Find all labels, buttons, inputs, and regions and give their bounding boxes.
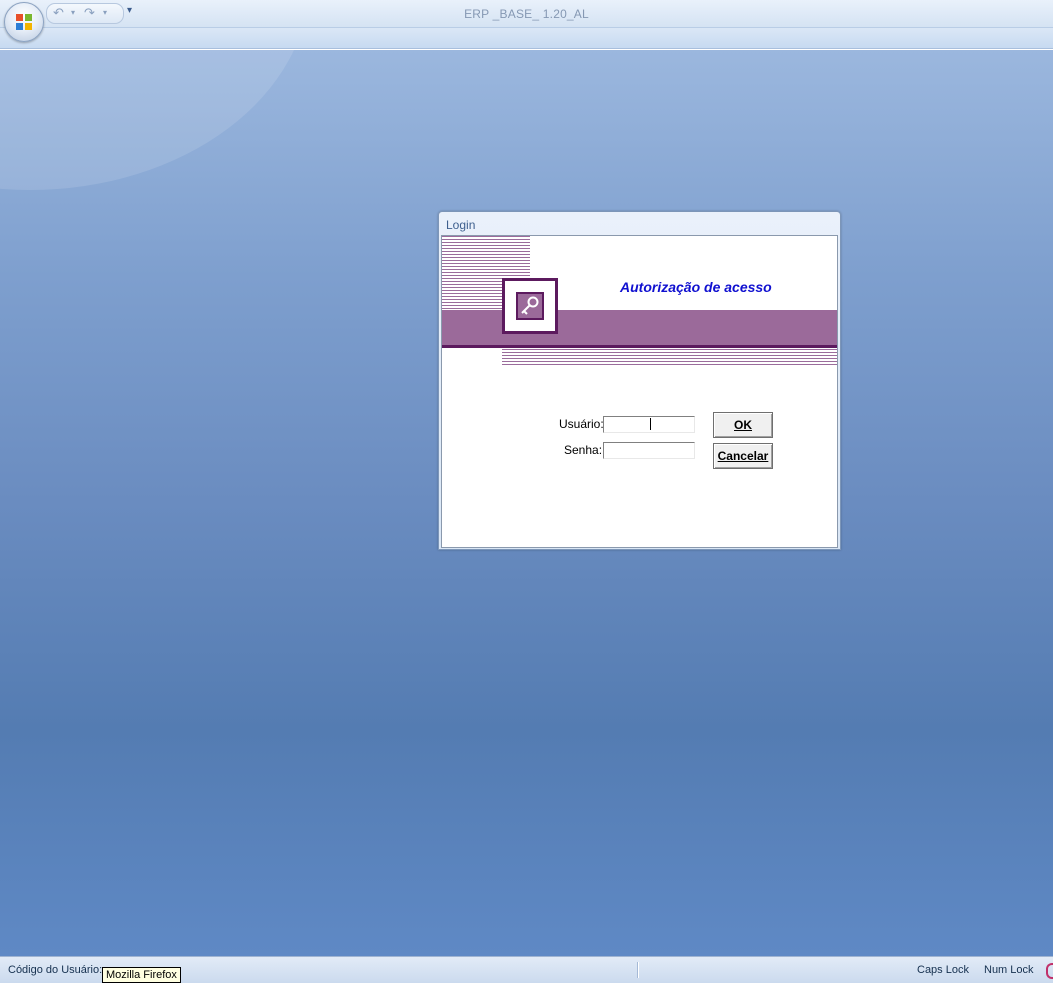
office-logo-icon xyxy=(16,14,32,30)
status-separator xyxy=(637,962,639,978)
background-highlight xyxy=(0,50,310,190)
password-input[interactable] xyxy=(603,442,695,459)
dialog-body: Autorização de acesso Usuário: Senha: OK… xyxy=(441,235,838,548)
decorative-line xyxy=(442,345,837,348)
taskbar-tooltip: Mozilla Firefox xyxy=(102,967,181,983)
title-bar: ↶ ▾ ↷ ▾ ▾ ERP _BASE_ 1.20_AL xyxy=(0,0,1053,42)
window-title: ERP _BASE_ 1.20_AL xyxy=(464,7,589,21)
access-authorization-title: Autorização de acesso xyxy=(620,279,772,295)
ribbon-bar xyxy=(0,28,1053,49)
user-input[interactable] xyxy=(603,416,695,433)
caps-lock-indicator: Caps Lock xyxy=(917,964,969,976)
dialog-title: Login xyxy=(446,218,476,232)
text-caret xyxy=(650,418,651,430)
login-dialog: Login Autorização de acesso Usuário: Sen… xyxy=(438,211,841,550)
key-icon xyxy=(516,292,544,320)
key-icon-frame xyxy=(502,278,558,334)
ok-button[interactable]: OK xyxy=(713,412,773,438)
user-code-status: Código do Usuário: xyxy=(8,964,103,976)
user-label: Usuário: xyxy=(559,417,604,431)
password-label: Senha: xyxy=(564,443,603,457)
office-button[interactable] xyxy=(4,2,44,42)
num-lock-indicator: Num Lock xyxy=(984,964,1034,976)
cancel-button[interactable]: Cancelar xyxy=(713,443,773,469)
status-icon xyxy=(1046,963,1053,979)
decorative-stripes-bottom xyxy=(502,349,837,366)
